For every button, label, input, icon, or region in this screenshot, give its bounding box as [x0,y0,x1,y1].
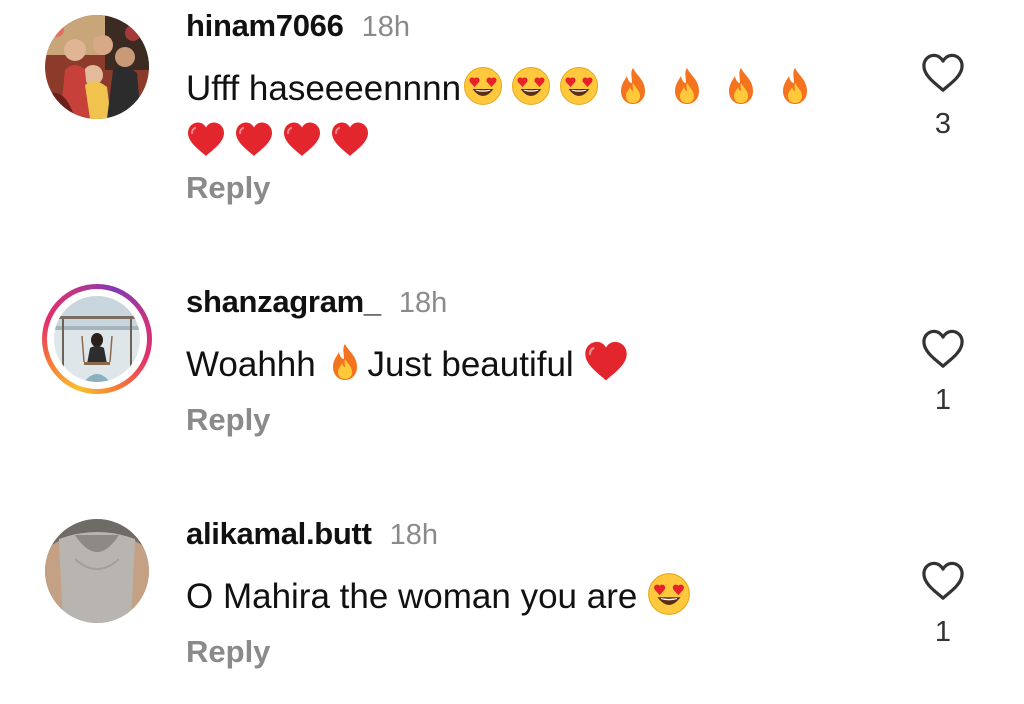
comment-text: O Mahira the woman you are [186,570,886,624]
username[interactable]: alikamal.butt [186,516,372,552]
like-count[interactable]: 1 [918,616,968,649]
comment-text-body: O Mahira the woman you are [186,577,648,616]
heart-outline-icon[interactable] [920,560,966,602]
comment-item: alikamal.butt 18h O Mahira the woman you… [0,0,1024,704]
avatar[interactable] [42,516,152,626]
timestamp: 18h [389,519,438,551]
like-control: 1 [918,560,968,649]
heart-eyes-emoji [647,572,691,616]
reply-button[interactable]: Reply [186,634,270,670]
comment-header: alikamal.butt 18h [186,516,438,552]
